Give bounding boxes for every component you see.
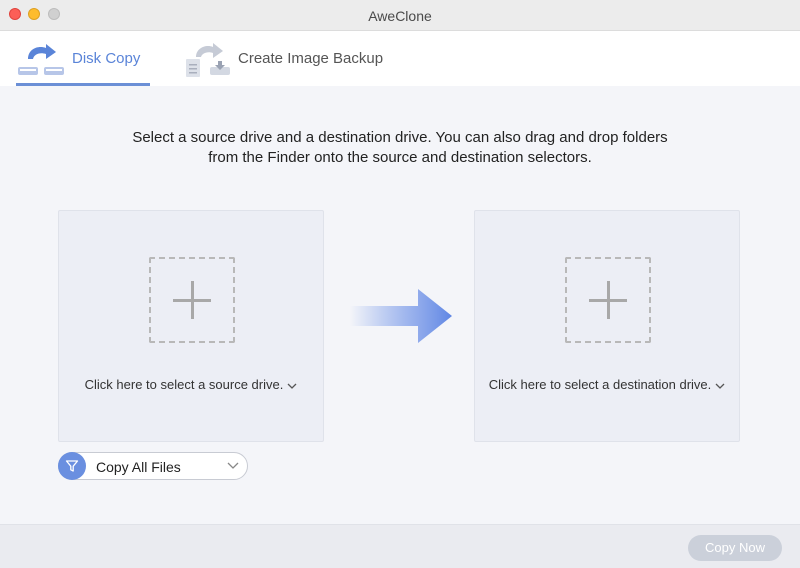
filter-icon <box>65 460 79 472</box>
copy-mode-select[interactable]: Copy All Files <box>58 452 248 480</box>
source-drive-panel[interactable]: Click here to select a source drive. <box>58 210 324 442</box>
footer-bar: Copy Now <box>0 524 800 568</box>
select-destination-drive-dropdown[interactable]: Click here to select a destination drive… <box>475 377 739 392</box>
title-bar: AweClone <box>0 0 800 31</box>
select-source-drive-dropdown[interactable]: Click here to select a source drive. <box>59 377 323 392</box>
image-backup-icon <box>186 42 230 77</box>
window-title: AweClone <box>368 8 432 24</box>
plus-icon-stroke <box>191 281 194 319</box>
copy-mode-value: Copy All Files <box>96 459 181 475</box>
tab-create-image-backup[interactable]: Create Image Backup <box>182 31 402 86</box>
active-tab-indicator <box>16 83 150 86</box>
chevron-down-icon <box>227 462 239 469</box>
destination-drive-panel[interactable]: Click here to select a destination drive… <box>474 210 740 442</box>
tab-disk-copy[interactable]: Disk Copy <box>16 31 150 86</box>
instructions-text: Select a source drive and a destination … <box>80 128 720 168</box>
plus-icon-stroke <box>607 281 610 319</box>
toolbar: Disk Copy Create Image Backup <box>0 31 800 86</box>
add-destination-button[interactable] <box>565 257 651 343</box>
instructions-line-2: from the Finder onto the source and dest… <box>208 149 592 166</box>
chevron-down-icon <box>287 383 297 389</box>
copy-now-button[interactable]: Copy Now <box>688 535 782 561</box>
tab-label: Create Image Backup <box>238 50 384 67</box>
chevron-down-icon <box>715 383 725 389</box>
source-prompt: Click here to select a source drive. <box>84 377 284 392</box>
disk-copy-icon <box>18 43 64 75</box>
add-source-button[interactable] <box>149 257 235 343</box>
destination-prompt: Click here to select a destination drive… <box>488 377 712 392</box>
filter-icon-badge <box>58 452 86 480</box>
instructions-line-1: Select a source drive and a destination … <box>132 129 668 146</box>
arrow-right-icon <box>350 289 452 343</box>
tab-label: Disk Copy <box>72 50 141 67</box>
